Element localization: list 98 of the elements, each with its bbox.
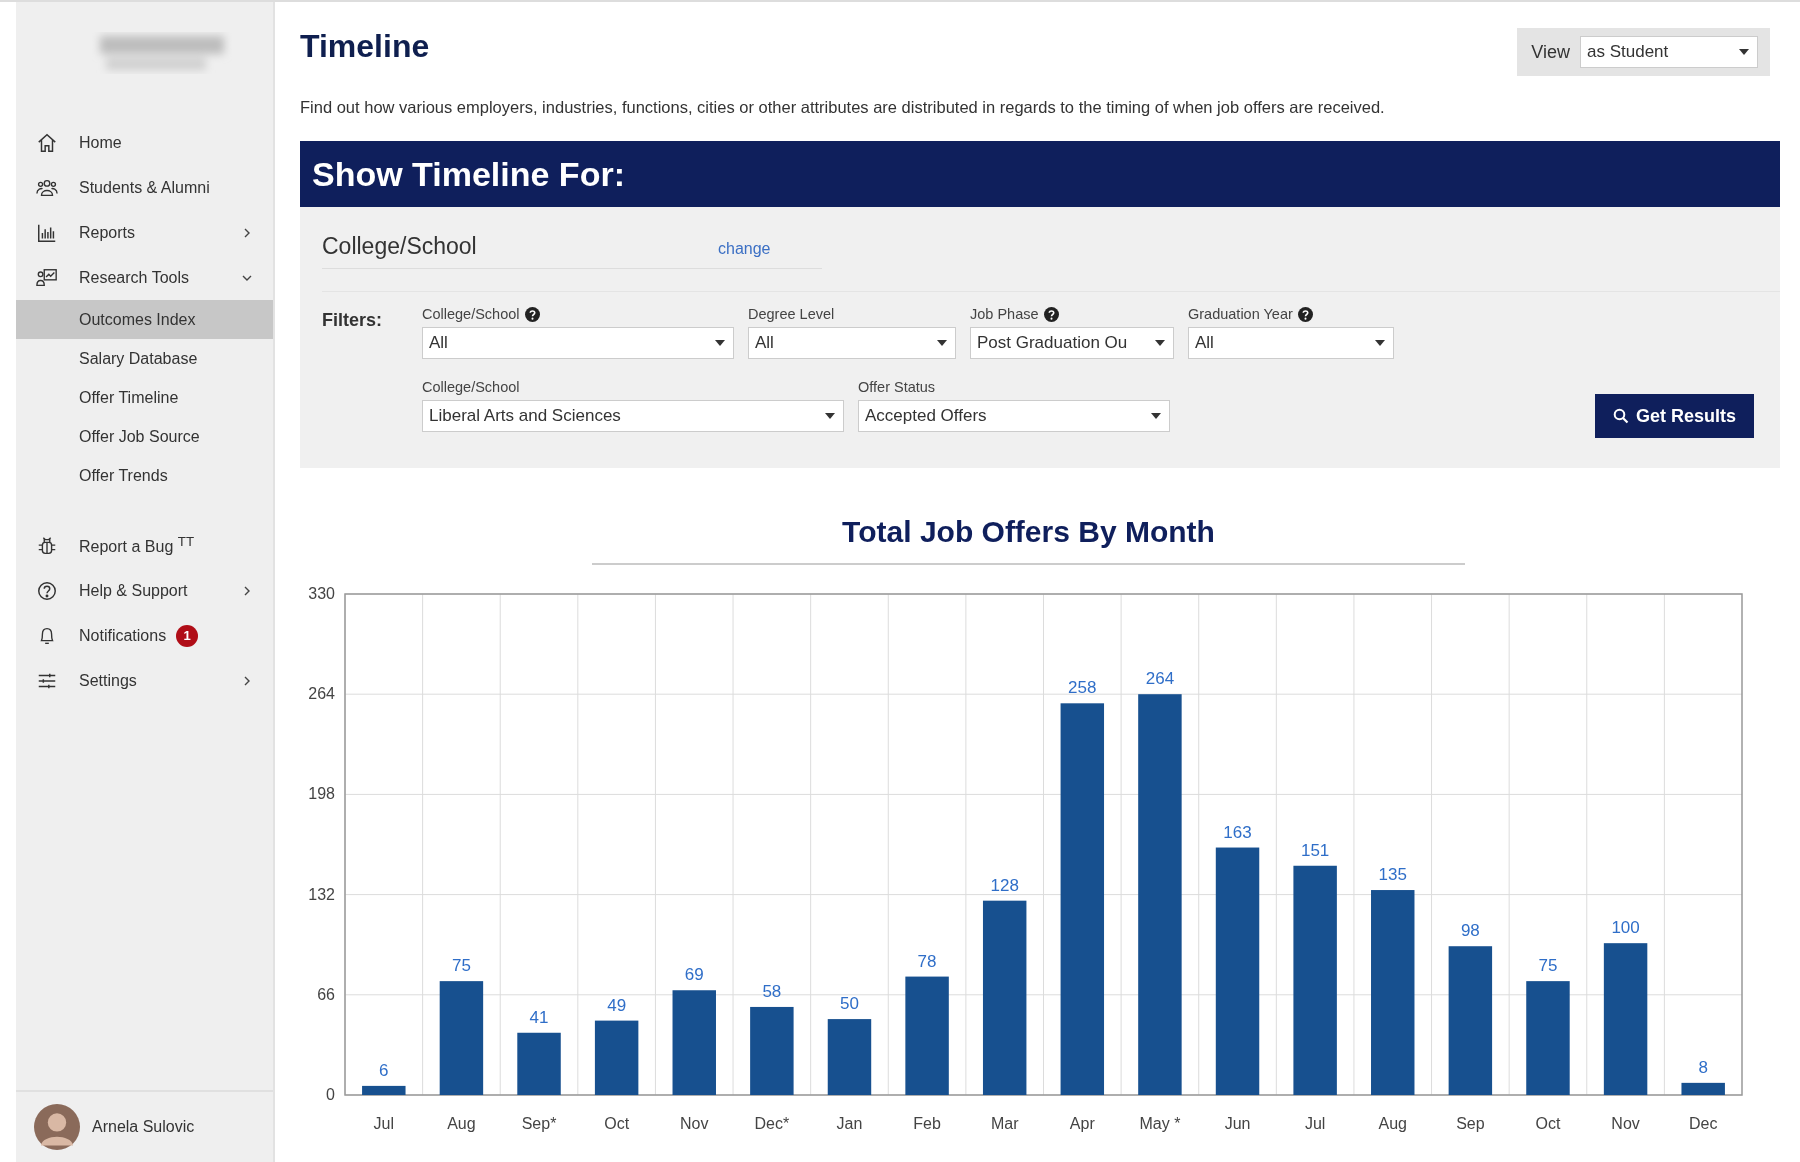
- x-axis-label: Aug: [447, 1115, 476, 1132]
- data-label: 163: [1223, 822, 1252, 842]
- nav-item[interactable]: Students & Alumni: [16, 165, 273, 210]
- x-axis-label: Oct: [1535, 1115, 1561, 1132]
- x-axis-label: Jul: [373, 1115, 395, 1132]
- filter-label: Graduation Year: [1188, 306, 1293, 322]
- user-profile[interactable]: Arnela Sulovic: [16, 1090, 273, 1162]
- nav-item[interactable]: Notifications 1: [16, 613, 273, 658]
- filter-select[interactable]: All: [1188, 327, 1394, 359]
- x-axis-label: Feb: [913, 1115, 941, 1132]
- x-axis-label: Aug: [1378, 1115, 1407, 1132]
- filter-label: College/School: [422, 379, 520, 395]
- data-label: 8: [1698, 1057, 1708, 1077]
- caret-icon: [937, 340, 947, 346]
- x-axis-label: Oct: [604, 1115, 630, 1132]
- filters-label: Filters:: [322, 310, 383, 331]
- y-axis-label: 0: [326, 1086, 335, 1103]
- data-label: 98: [1460, 921, 1480, 941]
- bar: [1681, 1082, 1725, 1095]
- y-axis-label: 198: [308, 785, 335, 803]
- caret-icon: [1151, 413, 1161, 419]
- submenu-item[interactable]: Offer Job Source: [16, 417, 273, 456]
- y-axis-label: 132: [308, 885, 335, 903]
- get-results-button[interactable]: Get Results: [1594, 394, 1754, 438]
- filter-label: Degree Level: [748, 306, 835, 322]
- data-label: 264: [1145, 669, 1175, 689]
- bar: [517, 1032, 561, 1095]
- notification-badge: 1: [176, 624, 199, 647]
- y-axis-label: 66: [317, 985, 335, 1003]
- x-axis-label: Apr: [1069, 1115, 1095, 1132]
- presentation-icon: [36, 266, 58, 289]
- nav-item[interactable]: Reports: [16, 210, 273, 255]
- filter-label: Offer Status: [858, 379, 936, 395]
- y-axis-label: 330: [308, 585, 335, 602]
- submenu-item[interactable]: Offer Timeline: [16, 378, 273, 417]
- x-axis-label: May *: [1139, 1115, 1181, 1132]
- search-icon: [1612, 408, 1629, 424]
- nav-item[interactable]: Settings: [16, 658, 273, 703]
- home-icon: [36, 131, 58, 154]
- help-icon[interactable]: [1297, 306, 1313, 322]
- data-label: 128: [990, 875, 1019, 895]
- caret-icon: [715, 340, 725, 346]
- data-label: 49: [607, 995, 627, 1015]
- caret-icon: [1155, 340, 1165, 346]
- data-label: 78: [917, 951, 937, 971]
- page-title: Timeline: [300, 28, 430, 65]
- x-axis-label: Dec: [1688, 1115, 1718, 1132]
- filter-select[interactable]: Liberal Arts and Sciences: [422, 400, 844, 432]
- x-axis-label: Jul: [1304, 1115, 1326, 1132]
- x-axis-label: Nov: [680, 1115, 709, 1132]
- submenu-item[interactable]: Outcomes Index: [16, 300, 273, 339]
- data-label: 69: [684, 965, 704, 985]
- caret-icon: [825, 413, 835, 419]
- data-label: 75: [451, 956, 471, 976]
- x-axis-label: Dec*: [754, 1115, 790, 1132]
- nav-item[interactable]: Home: [16, 120, 273, 165]
- section-banner: Show Timeline For:: [300, 141, 1780, 207]
- filter-select[interactable]: All: [422, 327, 734, 359]
- data-label: 6: [379, 1060, 389, 1080]
- x-axis-label: Sep*: [521, 1115, 557, 1132]
- filter-label: College/School: [422, 306, 520, 322]
- help-icon: [36, 579, 58, 602]
- data-label: 50: [840, 994, 859, 1014]
- view-select[interactable]: as Student: [1580, 36, 1758, 68]
- data-label: 75: [1538, 956, 1558, 976]
- nav-item[interactable]: Research Tools: [16, 255, 273, 300]
- filter-select[interactable]: Post Graduation Ou: [970, 327, 1174, 359]
- data-label: 100: [1611, 918, 1640, 938]
- filter-label: Job Phase: [970, 306, 1039, 322]
- nav-item[interactable]: Report a Bug $^{TT}$: [16, 523, 273, 568]
- y-axis-label: 264: [308, 685, 335, 703]
- submenu-item[interactable]: Offer Trends: [16, 456, 273, 495]
- filter-select[interactable]: Accepted Offers: [858, 400, 1170, 432]
- help-icon[interactable]: [1043, 306, 1059, 322]
- x-axis-label: Jan: [836, 1115, 863, 1132]
- submenu-item[interactable]: Salary Database: [16, 339, 273, 378]
- change-link[interactable]: change: [718, 240, 771, 258]
- caret-icon: [1739, 49, 1749, 55]
- user-name: Arnela Sulovic: [92, 1118, 195, 1136]
- x-axis-label: Jun: [1224, 1115, 1251, 1132]
- page-description: Find out how various employers, industries, functions, cities or other attributes are distributed in regards to the timing of when job offers are received.: [300, 98, 1386, 117]
- chart-title: Total Job Offers By Month: [842, 515, 1215, 548]
- view-label: View: [1531, 41, 1570, 63]
- data-label: 135: [1378, 865, 1407, 885]
- filter-select[interactable]: All: [748, 327, 956, 359]
- data-label: 258: [1068, 678, 1097, 698]
- avatar-icon: [34, 1104, 80, 1150]
- nav-item[interactable]: Help & Support: [16, 568, 273, 613]
- selection-label: College/School: [322, 233, 478, 260]
- x-axis-label: Nov: [1611, 1115, 1640, 1132]
- x-axis-label: Mar: [990, 1115, 1019, 1132]
- data-label: 151: [1300, 840, 1330, 860]
- help-icon[interactable]: [524, 306, 540, 322]
- caret-icon: [1375, 340, 1385, 346]
- data-label: 58: [762, 981, 782, 1001]
- data-label: 41: [529, 1007, 549, 1027]
- x-axis-label: Sep: [1456, 1115, 1485, 1132]
- bar: [362, 1085, 406, 1095]
